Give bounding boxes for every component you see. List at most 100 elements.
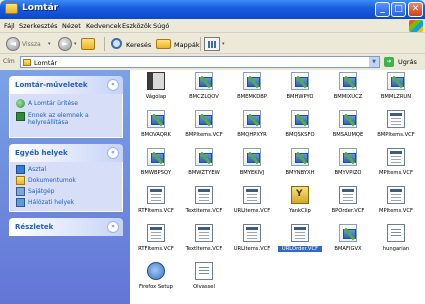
toolbar-separator — [104, 37, 105, 51]
back-button-label[interactable]: Vissza — [22, 41, 41, 48]
file-item[interactable]: BPOrder.VCF — [326, 186, 370, 220]
file-item[interactable]: Olvassel — [182, 262, 226, 296]
back-arrow-icon[interactable]: ◄ — [6, 37, 20, 51]
file-item[interactable]: BMQHPXYR — [230, 110, 274, 144]
my-computer-link[interactable]: Sajátgép — [28, 188, 55, 195]
file-item[interactable]: URLItems.VCF — [230, 224, 274, 258]
file-item[interactable]: TextItems.VCF — [182, 186, 226, 220]
file-item[interactable]: MPItems.VCF — [374, 186, 418, 220]
details-header[interactable]: Részletek » — [9, 218, 123, 236]
views-dropdown-icon[interactable]: ▾ — [222, 41, 225, 47]
other-places-header[interactable]: Egyéb helyek « — [9, 144, 123, 162]
file-item[interactable]: TextItems.VCF — [182, 224, 226, 258]
file-item[interactable]: BMYEKIVJ — [230, 148, 274, 182]
file-item[interactable]: BMWBPSQY — [134, 148, 178, 182]
file-item[interactable]: MPItems.VCF — [374, 148, 418, 182]
collapse-icon[interactable]: « — [107, 147, 119, 159]
file-name: TextItems.VCF — [185, 246, 223, 252]
documents-link[interactable]: Dokumentumok — [28, 177, 76, 184]
file-item[interactable]: BMPItems.VCF — [182, 110, 226, 144]
file-name: BMYVPIZO — [334, 170, 362, 176]
menu-favorites[interactable]: Kedvencek — [86, 22, 121, 30]
collapse-icon[interactable]: « — [107, 79, 119, 91]
back-dropdown-icon[interactable]: ▾ — [48, 41, 51, 47]
vcf-file-icon — [387, 186, 405, 204]
file-name: MPItems.VCF — [379, 170, 413, 176]
address-value[interactable]: Lomtár — [34, 59, 57, 67]
file-item[interactable]: BMAFIGVX — [326, 224, 370, 258]
search-icon[interactable] — [111, 38, 122, 49]
file-item[interactable]: BMWZTYEW — [182, 148, 226, 182]
app-file-icon — [147, 110, 165, 128]
file-item[interactable]: BMSAUMQE — [326, 110, 370, 144]
file-item[interactable]: Vágólap — [134, 72, 178, 106]
file-item[interactable]: URLItems.VCF — [230, 186, 274, 220]
file-item[interactable]: BMMIXUCZ — [326, 72, 370, 106]
network-places-icon — [16, 198, 25, 207]
file-item[interactable]: BMOVAQRK — [134, 110, 178, 144]
menu-help[interactable]: Súgó — [153, 22, 169, 30]
file-item[interactable]: RTFItems.VCF — [134, 186, 178, 220]
views-icon[interactable] — [204, 37, 220, 51]
file-item[interactable]: YankClip — [278, 186, 322, 220]
go-arrow-icon[interactable]: ➜ — [384, 57, 394, 67]
file-item[interactable]: BMCZLQOV — [182, 72, 226, 106]
vcf-file-icon — [243, 224, 261, 242]
minimize-button[interactable]: _ — [375, 2, 390, 17]
folders-icon[interactable] — [156, 39, 171, 49]
file-item[interactable]: hungarian — [374, 224, 418, 258]
recycle-tasks-header[interactable]: Lomtár-műveletek « — [9, 76, 123, 94]
txt-file-icon — [195, 262, 213, 280]
file-name: Vágólap — [145, 94, 167, 100]
empty-recycle-bin-link[interactable]: A Lomtár ürítése — [28, 100, 78, 107]
restore-icon — [16, 112, 25, 121]
toolbar-separator — [200, 37, 201, 51]
app-file-icon — [243, 72, 261, 90]
file-name: Firefox Setup — [139, 284, 173, 290]
go-button-label[interactable]: Ugrás — [398, 58, 417, 66]
address-field[interactable]: Lomtár ▼ — [20, 56, 380, 68]
folder-up-icon[interactable] — [81, 38, 95, 50]
menu-edit[interactable]: Szerkesztés — [19, 22, 57, 30]
windows-logo-icon — [409, 20, 423, 32]
file-item[interactable]: BMHWPYO — [278, 72, 322, 106]
forward-dropdown-icon[interactable]: ▾ — [74, 41, 77, 47]
file-item[interactable]: BMPItems.VCF — [374, 110, 418, 144]
app-file-icon — [339, 148, 357, 166]
network-places-link[interactable]: Hálózati helyek — [28, 199, 74, 206]
file-item[interactable]: RTFItems.VCF — [134, 224, 178, 258]
search-button-label[interactable]: Keresés — [126, 41, 151, 49]
maximize-button[interactable]: □ — [391, 2, 406, 17]
menu-view[interactable]: Nézet — [62, 22, 81, 30]
menu-file[interactable]: Fájl — [4, 22, 15, 30]
file-name: BPOrder.VCF — [331, 208, 365, 214]
menu-tools[interactable]: Eszközök — [122, 22, 152, 30]
file-name: RTFItems.VCF — [138, 246, 174, 252]
restore-item-link[interactable]: Ennek az elemnek a helyreállítása — [28, 112, 120, 126]
vcf-file-icon — [195, 224, 213, 242]
other-places-body: Asztal Dokumentumok Sajátgép Hálózati he… — [9, 162, 123, 212]
file-item[interactable]: BMMLZRUN — [374, 72, 418, 106]
file-name: URLItems.VCF — [233, 246, 271, 252]
vcf-file-icon — [147, 186, 165, 204]
window-title: Lomtár — [22, 3, 59, 13]
file-item[interactable]: BMEMKDBP — [230, 72, 274, 106]
file-name: BMOVAQRK — [141, 132, 171, 138]
chevron-down-icon[interactable]: ▼ — [369, 57, 379, 67]
forward-arrow-icon[interactable]: ► — [58, 37, 72, 51]
desktop-link[interactable]: Asztal — [28, 166, 46, 173]
recycle-tasks-title: Lomtár-műveletek — [15, 81, 88, 89]
close-button[interactable]: ✕ — [408, 2, 423, 17]
folders-button-label[interactable]: Mappák — [174, 41, 200, 49]
recycle-bin-icon — [23, 59, 31, 66]
file-item[interactable]: BMQSKSFO — [278, 110, 322, 144]
file-name: TextItems.VCF — [185, 208, 223, 214]
file-name: BMWBPSQY — [140, 170, 172, 176]
file-item[interactable]: Firefox Setup — [134, 262, 178, 296]
title-bar[interactable]: Lomtár _ □ ✕ — [0, 0, 425, 19]
file-item[interactable]: BMYNBYXH — [278, 148, 322, 182]
app-file-icon — [339, 72, 357, 90]
expand-icon[interactable]: » — [107, 221, 119, 233]
file-item[interactable]: URLOrder.VCF — [278, 224, 322, 258]
file-item[interactable]: BMYVPIZO — [326, 148, 370, 182]
